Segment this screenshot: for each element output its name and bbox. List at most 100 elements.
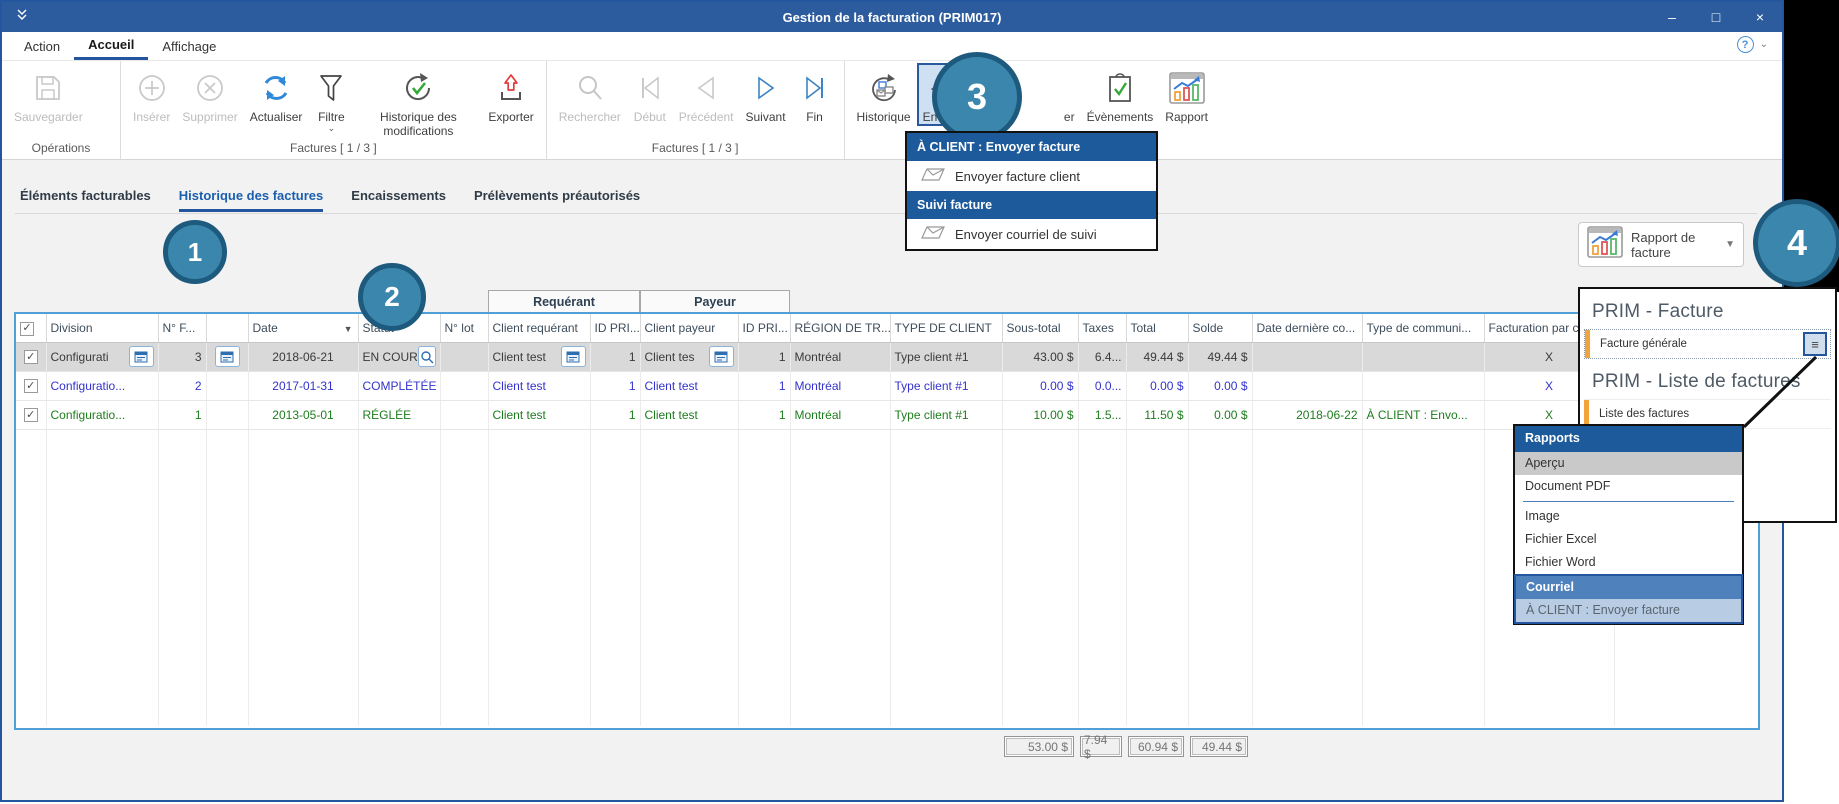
division-lookup-button[interactable]: [129, 346, 154, 367]
table-row[interactable]: ✓ Configurati 3 2018-06-21 EN COUR Clien…: [16, 342, 1758, 371]
quick-access-icon[interactable]: [16, 8, 28, 27]
select-all-checkbox[interactable]: ✓: [20, 322, 34, 336]
title-bar: Gestion de la facturation (PRIM017) – □ …: [2, 2, 1782, 32]
insert-icon: [136, 66, 168, 110]
callout-pointer-line: [1738, 353, 1822, 431]
col-no-lot[interactable]: N° lot: [440, 314, 488, 342]
menu-item-image[interactable]: Image: [1515, 505, 1742, 528]
history-check-icon: [400, 66, 436, 110]
statut-search-button[interactable]: [418, 346, 436, 367]
filter-button[interactable]: Filtre ⌄: [308, 63, 354, 132]
close-button[interactable]: ×: [1738, 2, 1782, 32]
tab-historique-des-factures[interactable]: Historique des factures: [179, 188, 324, 212]
callout-2: 2: [358, 263, 426, 331]
grid-empty-area: [16, 429, 1758, 726]
menu-action[interactable]: Action: [10, 32, 74, 60]
col-client-requerant[interactable]: Client requérant: [488, 314, 590, 342]
menu-item-apercu[interactable]: Aperçu: [1515, 452, 1742, 475]
col-region[interactable]: RÉGION DE TR...: [790, 314, 890, 342]
table-row[interactable]: ✓ Configuratio... 1 2013-05-01 RÉGLÉE Cl…: [16, 400, 1758, 429]
minimize-button[interactable]: –: [1650, 2, 1694, 32]
invoice-lookup-button[interactable]: [215, 346, 240, 367]
events-button[interactable]: Évènements: [1081, 63, 1160, 124]
search-button[interactable]: Rechercher: [553, 63, 627, 124]
filter-dropdown-chevron-icon[interactable]: ⌄: [328, 124, 336, 132]
row-checkbox[interactable]: ✓: [24, 408, 38, 422]
col-date-derniere[interactable]: Date dernière co...: [1252, 314, 1362, 342]
next-icon: [752, 66, 780, 110]
refresh-icon: [259, 66, 293, 110]
report-de-facture-button[interactable]: Rapport de facture ▼: [1578, 222, 1744, 267]
send-menu-header-client: À CLIENT : Envoyer facture: [907, 133, 1156, 161]
total-total: 60.94 $: [1128, 736, 1184, 757]
report-section-title: PRIM - Facture: [1580, 297, 1835, 329]
insert-button[interactable]: Insérer: [127, 63, 176, 124]
col-type-client[interactable]: TYPE DE CLIENT: [890, 314, 1002, 342]
col-no-facture[interactable]: N° F...: [158, 314, 206, 342]
menu-item-envoyer-facture-client[interactable]: Envoyer facture client: [907, 161, 1156, 191]
export-button[interactable]: Exporter: [482, 63, 539, 124]
menu-item-document-pdf[interactable]: Document PDF: [1515, 475, 1742, 498]
tabs-separator: [15, 213, 1757, 214]
previous-button[interactable]: Précédent: [673, 63, 740, 124]
col-id-pri-1[interactable]: ID PRI...: [590, 314, 640, 342]
callout-1: 1: [163, 220, 227, 284]
col-solde[interactable]: Solde: [1188, 314, 1252, 342]
events-icon: [1104, 66, 1136, 110]
tab-prelevements-preautorises[interactable]: Prélèvements préautorisés: [474, 188, 640, 212]
total-taxes: 7.94 $: [1080, 736, 1122, 757]
group-label-operations: Opérations: [8, 140, 114, 159]
row-checkbox[interactable]: ✓: [24, 350, 38, 364]
next-button[interactable]: Suivant: [740, 63, 792, 124]
tab-elements-facturables[interactable]: Éléments facturables: [20, 188, 151, 212]
chart-icon: [1587, 226, 1623, 263]
menu-item-fichier-excel[interactable]: Fichier Excel: [1515, 528, 1742, 551]
history-modifications-button[interactable]: Historique des modifications: [354, 63, 482, 138]
menu-item-a-client-envoyer-facture[interactable]: À CLIENT : Envoyer facture: [1516, 599, 1741, 622]
callout-4: 4: [1753, 199, 1839, 287]
history-communications-button[interactable]: Historique: [851, 63, 917, 124]
table-row[interactable]: ✓ Configuratio... 2 2017-01-31 COMPLÉTÉE…: [16, 371, 1758, 400]
ribbon-group-navigation: Rechercher Début Précédent: [546, 61, 844, 159]
total-sous-total: 53.00 $: [1004, 736, 1074, 757]
send-menu-header-suivi: Suivi facture: [907, 191, 1156, 219]
payeur-lookup-button[interactable]: [709, 346, 734, 367]
col-taxes[interactable]: Taxes: [1078, 314, 1126, 342]
col-date[interactable]: Date▼: [248, 314, 358, 342]
maximize-button[interactable]: □: [1694, 2, 1738, 32]
first-button[interactable]: Début: [627, 63, 673, 124]
delete-button[interactable]: Supprimer: [176, 63, 243, 124]
rapports-context-menu: Rapports Aperçu Document PDF Image Fichi…: [1513, 424, 1744, 625]
help-icon[interactable]: ?: [1737, 36, 1754, 53]
save-icon: [33, 66, 63, 110]
total-solde: 49.44 $: [1190, 736, 1248, 757]
group-label-factures-1: Factures [ 1 / 3 ]: [127, 140, 540, 159]
col-type-comm[interactable]: Type de communi...: [1362, 314, 1484, 342]
tab-encaissements[interactable]: Encaissements: [351, 188, 446, 212]
col-division[interactable]: Division: [46, 314, 158, 342]
courriel-menu-header: Courriel: [1516, 576, 1741, 599]
row-checkbox[interactable]: ✓: [24, 379, 38, 393]
report-ribbon-button[interactable]: Rapport: [1159, 63, 1214, 124]
ribbon: Sauvegarder Opérations Insérer: [2, 60, 1782, 160]
filter-icon: [315, 66, 347, 110]
invoice-grid: ✓ Division N° F... Date▼ Statut N° lot C…: [14, 312, 1760, 730]
first-icon: [636, 66, 664, 110]
save-button[interactable]: Sauvegarder: [8, 63, 89, 124]
col-id-pri-2[interactable]: ID PRI...: [738, 314, 790, 342]
refresh-button[interactable]: Actualiser: [244, 63, 309, 124]
menu-item-fichier-word[interactable]: Fichier Word: [1515, 551, 1742, 574]
menu-accueil[interactable]: Accueil: [74, 32, 148, 60]
col-sous-total[interactable]: Sous-total: [1002, 314, 1078, 342]
requerant-lookup-button[interactable]: [561, 346, 586, 367]
col-total[interactable]: Total: [1126, 314, 1188, 342]
view-tabs: Éléments facturables Historique des fact…: [2, 188, 1782, 212]
menu-item-envoyer-courriel-suivi[interactable]: Envoyer courriel de suivi: [907, 219, 1156, 249]
send-dropdown-menu: À CLIENT : Envoyer facture Envoyer factu…: [905, 131, 1158, 251]
last-button[interactable]: Fin: [792, 63, 838, 124]
previous-icon: [692, 66, 720, 110]
col-client-payeur[interactable]: Client payeur: [640, 314, 738, 342]
chevron-down-icon[interactable]: ⌄: [1760, 39, 1768, 50]
envelope-icon: [921, 225, 945, 243]
menu-affichage[interactable]: Affichage: [148, 32, 230, 60]
